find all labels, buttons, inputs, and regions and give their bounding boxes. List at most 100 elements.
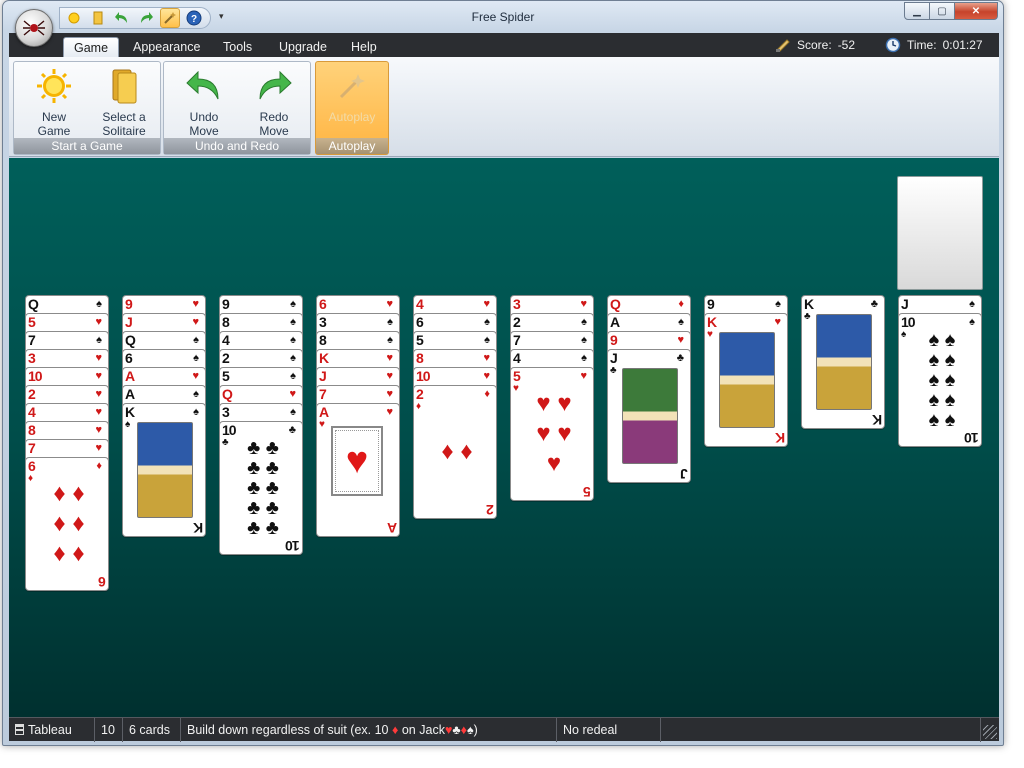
card-rank: 5 (416, 332, 424, 348)
card[interactable]: J ♣ ♣ J (607, 349, 691, 483)
card-rank: 7 (28, 332, 36, 348)
group-label-autoplay: Autoplay (316, 138, 388, 154)
card-suit-icon: ♣ (804, 311, 811, 322)
resize-grip[interactable] (983, 725, 997, 739)
minimize-icon: ▁ (913, 5, 921, 17)
window-title: Free Spider (471, 10, 535, 24)
card-rank: 8 (222, 314, 230, 330)
autoplay-button[interactable]: Autoplay (318, 68, 386, 124)
caption-buttons: ▁ ▢ ✕ (904, 2, 998, 20)
card-rank: 4 (416, 296, 424, 312)
new-game-label-1: New (41, 110, 66, 124)
card-rank: 8 (416, 350, 424, 366)
card-suit-icon: ♠ (290, 316, 296, 328)
card-suit-icon: ♠ (581, 334, 587, 346)
card-rank: 8 (319, 332, 327, 348)
tab-help[interactable]: Help (341, 37, 387, 57)
card-rank: 2 (513, 314, 521, 330)
tab-appearance[interactable]: Appearance (123, 37, 210, 57)
card-rank: A (319, 404, 329, 420)
card-pips: ♥ ♥ ♥ ♥ ♥ (536, 390, 572, 477)
cards-icon (112, 69, 137, 104)
card-suit-icon: ♠ (290, 406, 296, 418)
card-rank: A (125, 386, 135, 402)
card-rank: 3 (513, 296, 521, 312)
app-menu-button[interactable] (15, 9, 53, 47)
card[interactable]: 2 ♦ ♦ ♦ ♦ 2 (413, 385, 497, 519)
card-suit-icon: ♠ (484, 334, 490, 346)
card[interactable]: A ♥ ♥ ♥ A (316, 403, 400, 537)
card[interactable]: 5 ♥ ♥ ♥ ♥ ♥ ♥ ♥ 5 (510, 367, 594, 501)
tab-upgrade[interactable]: Upgrade (269, 37, 337, 57)
card-suit-icon: ♥ (192, 298, 199, 310)
card-suit-icon: ♦ (678, 298, 684, 310)
undo-move-button[interactable]: Undo Move (170, 68, 238, 138)
card-suit-icon: ♥ (95, 442, 102, 454)
group-undo-redo: Undo Move Redo Move Undo and Redo (163, 61, 311, 155)
play-area[interactable]: Q ♠ 5 ♥ 7 ♠ 3 ♥ 10 ♥ 2 ♥ 4 ♥ 8 ♥ 7 ♥ 6 ♦ ♦ ♦ ♦ ♦ ♦ ♦ ♦ 6 9 ♥ J ♥ Q ♠… (9, 158, 999, 717)
card[interactable]: K ♠ ♠ K (122, 403, 206, 537)
card-pips: ♦ ♦ (441, 438, 473, 465)
card-rank: 10 (416, 368, 431, 384)
card[interactable]: 10 ♣ ♣ ♣ ♣ ♣ ♣ ♣ ♣ ♣ ♣ ♣ ♣ 10 (219, 421, 303, 555)
card-suit-icon: ♥ (319, 419, 325, 430)
card[interactable]: K ♥ ♥ K (704, 313, 788, 447)
card-rank: 3 (222, 404, 230, 420)
tab-tools[interactable]: Tools (213, 37, 262, 57)
card-suit-icon: ♠ (193, 388, 199, 400)
card-suit-icon: ♥ (95, 352, 102, 364)
card-suit-icon: ♠ (193, 334, 199, 346)
spade-icon: ♠ (466, 723, 474, 737)
card-pips: ♦ ♦ ♦ ♦ ♦ ♦ (53, 480, 85, 567)
redo-arrow-icon (259, 71, 292, 100)
card-rank: 4 (28, 404, 36, 420)
card-suit-icon: ♥ (386, 406, 393, 418)
card-rank: J (125, 314, 133, 330)
card-rank-bottom: 5 (584, 484, 591, 500)
stock-pile[interactable] (897, 176, 983, 290)
time-label: Time: (907, 38, 937, 52)
card[interactable]: 10 ♠ ♠ ♠ ♠ ♠ ♠ ♠ ♠ ♠ ♠ ♠ ♠ 10 (898, 313, 982, 447)
card-suit-icon: ♠ (193, 352, 199, 364)
ace-emblem-icon: ♥ (331, 426, 383, 496)
score-icon (776, 39, 790, 52)
card[interactable]: 6 ♦ ♦ ♦ ♦ ♦ ♦ ♦ ♦ 6 (25, 457, 109, 591)
card-rank: 9 (222, 296, 230, 312)
card-rank: 3 (319, 314, 327, 330)
card-rank: 7 (319, 386, 327, 402)
score-display: Score: -52 (775, 33, 855, 57)
tab-game[interactable]: Game (63, 37, 120, 57)
card-rank: 4 (222, 332, 230, 348)
card-rank-bottom: K (775, 430, 785, 446)
card-rank: K (707, 314, 717, 330)
card-suit-icon: ♦ (96, 460, 102, 472)
select-solitaire-button[interactable]: Select a Solitaire (90, 68, 158, 138)
redo-move-button[interactable]: Redo Move (240, 68, 308, 138)
minimize-button[interactable]: ▁ (904, 2, 930, 20)
card[interactable]: K ♣ ♣ K (801, 295, 885, 429)
close-icon: ✕ (971, 5, 981, 17)
card-rank: Q (125, 332, 136, 348)
card-suit-icon: ♥ (580, 370, 587, 382)
card-suit-icon: ♥ (386, 298, 393, 310)
card-suit-icon: ♥ (289, 388, 296, 400)
card-rank-bottom: 6 (99, 574, 106, 590)
card-rank: 2 (28, 386, 36, 402)
card-rank: Q (222, 386, 233, 402)
card-rank: 8 (28, 422, 36, 438)
tableau-icon (15, 724, 24, 735)
new-game-button[interactable]: New Game (20, 68, 88, 138)
ribbon-tabs: Game Appearance Tools Upgrade Help Score… (9, 33, 999, 57)
card-suit-icon: ♥ (483, 370, 490, 382)
maximize-button[interactable]: ▢ (929, 2, 955, 20)
score-label: Score: (797, 38, 832, 52)
card-suit-icon: ♠ (290, 352, 296, 364)
card-suit-icon: ♥ (95, 406, 102, 418)
card-rank-bottom: 2 (487, 502, 494, 518)
close-button[interactable]: ✕ (954, 2, 998, 20)
spider-logo-icon (23, 20, 45, 36)
sun-icon (37, 69, 71, 103)
card-rank-bottom: K (872, 412, 882, 428)
card-suit-icon: ♠ (969, 298, 975, 310)
card-suit-icon: ♠ (387, 334, 393, 346)
